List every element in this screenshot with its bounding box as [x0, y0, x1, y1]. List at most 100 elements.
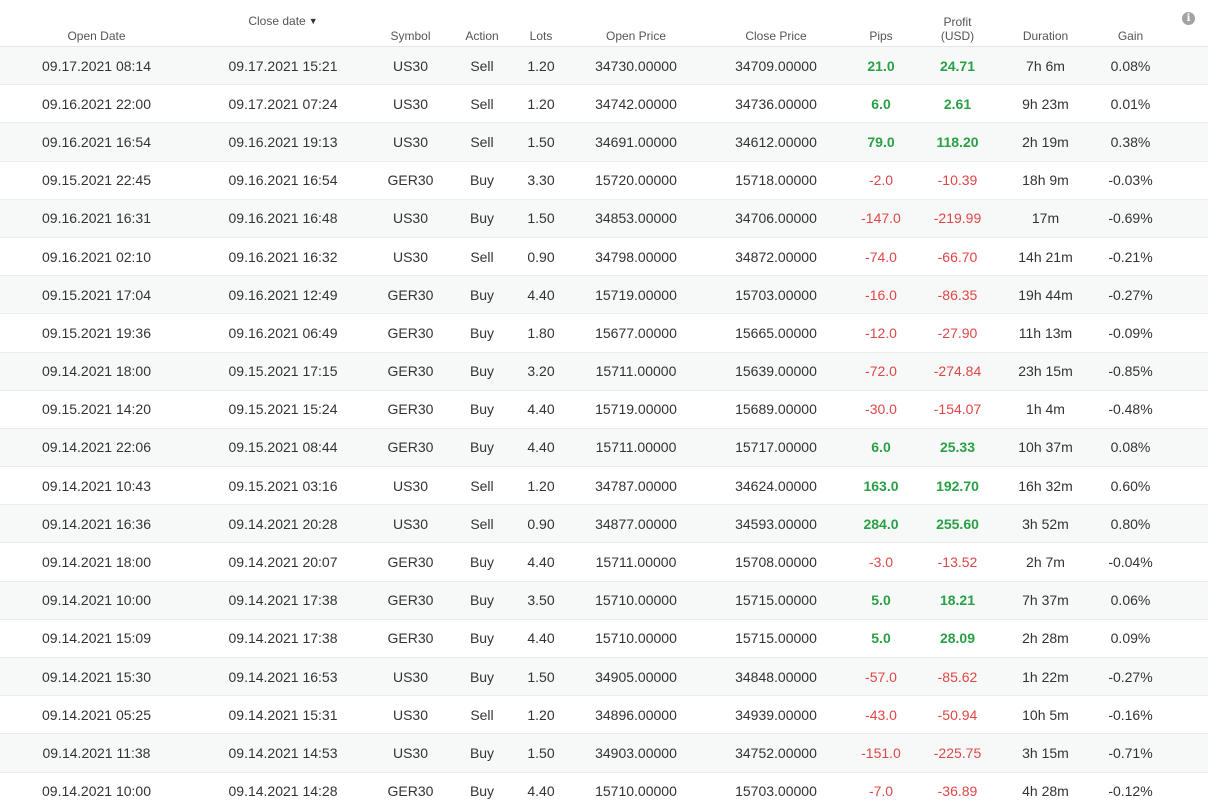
col-header-symbol[interactable]: Symbol	[373, 0, 448, 47]
col-header-lots[interactable]: Lots	[516, 0, 566, 47]
table-row[interactable]: 09.14.2021 22:06 09.15.2021 08:44 GER30 Buy…	[0, 428, 1208, 468]
cell-close-price: 15708.00000	[706, 542, 846, 582]
cell-symbol: US30	[373, 657, 448, 697]
cell-action: Sell	[448, 84, 516, 124]
table-row[interactable]: 09.14.2021 18:00 09.14.2021 20:07 GER30 Buy…	[0, 542, 1208, 582]
cell-gain: 0.38%	[1092, 122, 1169, 162]
col-header-pips[interactable]: Pips	[846, 0, 916, 47]
col-header-action[interactable]: Action	[448, 0, 516, 47]
table-row[interactable]: 09.16.2021 22:00 09.17.2021 07:24 US30 Sell…	[0, 84, 1208, 124]
cell-action: Sell	[448, 236, 516, 277]
table-row[interactable]: 09.14.2021 10:43 09.15.2021 03:16 US30 Sell…	[0, 466, 1208, 506]
cell-profit: -27.90	[916, 313, 999, 353]
cell-pips: -12.0	[846, 313, 916, 353]
table-row[interactable]: 09.16.2021 02:10 09.16.2021 16:32 US30 Sell…	[0, 236, 1208, 277]
cell-action: Sell	[448, 504, 516, 544]
table-row[interactable]: 09.16.2021 16:54 09.16.2021 19:13 US30 Sell…	[0, 122, 1208, 162]
col-header-open-price[interactable]: Open Price	[566, 0, 706, 47]
cell-symbol: US30	[373, 46, 448, 86]
cell-spacer	[1169, 389, 1208, 429]
cell-gain: -0.21%	[1092, 236, 1169, 277]
cell-open-date: 09.15.2021 19:36	[0, 313, 193, 353]
cell-lots: 3.50	[516, 581, 566, 620]
cell-close-date: 09.15.2021 15:24	[193, 389, 373, 429]
cell-close-date: 09.16.2021 06:49	[193, 313, 373, 353]
cell-lots: 1.80	[516, 313, 566, 353]
cell-open-price: 15710.00000	[566, 581, 706, 620]
table-row[interactable]: 09.17.2021 08:14 09.17.2021 15:21 US30 Sell…	[0, 46, 1208, 86]
cell-action: Buy	[448, 389, 516, 429]
cell-close-date: 09.14.2021 17:38	[193, 581, 373, 620]
cell-gain: -0.16%	[1092, 695, 1169, 735]
cell-close-price: 15665.00000	[706, 313, 846, 353]
table-row[interactable]: 09.15.2021 14:20 09.15.2021 15:24 GER30 Buy…	[0, 389, 1208, 429]
cell-open-date: 09.14.2021 10:00	[0, 581, 193, 620]
table-row[interactable]: 09.16.2021 16:31 09.16.2021 16:48 US30 Buy 1…	[0, 199, 1208, 238]
col-header-duration[interactable]: Duration	[999, 0, 1092, 47]
cell-open-date: 09.16.2021 22:00	[0, 84, 193, 124]
table-row[interactable]: 09.15.2021 17:04 09.16.2021 12:49 GER30 Buy…	[0, 275, 1208, 315]
cell-pips: 5.0	[846, 619, 916, 659]
cell-open-date: 09.15.2021 14:20	[0, 389, 193, 429]
table-row[interactable]: 09.14.2021 10:00 09.14.2021 17:38 GER30 Buy…	[0, 581, 1208, 620]
cell-open-date: 09.14.2021 16:36	[0, 504, 193, 544]
col-header-profit[interactable]: Profit (USD)	[916, 0, 999, 47]
cell-pips: -74.0	[846, 236, 916, 277]
cell-lots: 1.50	[516, 122, 566, 162]
cell-symbol: US30	[373, 199, 448, 238]
cell-profit: 118.20	[916, 122, 999, 162]
cell-open-price: 15711.00000	[566, 428, 706, 468]
cell-profit: 192.70	[916, 466, 999, 506]
cell-lots: 4.40	[516, 619, 566, 659]
cell-duration: 19h 44m	[999, 275, 1092, 315]
cell-spacer	[1169, 657, 1208, 697]
cell-duration: 16h 32m	[999, 466, 1092, 506]
table-row[interactable]: 09.14.2021 15:09 09.14.2021 17:38 GER30 Buy…	[0, 619, 1208, 659]
col-header-open-date[interactable]: Open Date	[0, 0, 193, 47]
cell-close-price: 34709.00000	[706, 46, 846, 86]
col-header-gain[interactable]: Gain	[1092, 0, 1169, 47]
cell-symbol: US30	[373, 122, 448, 162]
profit-unit-label: (USD)	[940, 29, 975, 43]
sort-desc-icon: ▼	[308, 16, 318, 26]
cell-profit: 18.21	[916, 581, 999, 620]
cell-duration: 17m	[999, 199, 1092, 238]
cell-gain: 0.09%	[1092, 619, 1169, 659]
cell-close-price: 15703.00000	[706, 275, 846, 315]
cell-spacer	[1169, 313, 1208, 353]
table-row[interactable]: 09.15.2021 22:45 09.16.2021 16:54 GER30 Buy…	[0, 161, 1208, 200]
cell-symbol: GER30	[373, 352, 448, 391]
cell-open-price: 15719.00000	[566, 275, 706, 315]
table-row[interactable]: 09.14.2021 15:30 09.14.2021 16:53 US30 Buy 1…	[0, 657, 1208, 697]
info-icon[interactable]: i	[1182, 11, 1195, 25]
table-row[interactable]: 09.14.2021 05:25 09.14.2021 15:31 US30 Sell…	[0, 695, 1208, 735]
cell-spacer	[1169, 236, 1208, 277]
cell-spacer	[1169, 733, 1208, 773]
cell-profit: -13.52	[916, 542, 999, 582]
cell-profit: -154.07	[916, 389, 999, 429]
table-row[interactable]: 09.14.2021 11:38 09.14.2021 14:53 US30 Buy 1…	[0, 733, 1208, 773]
cell-action: Buy	[448, 161, 516, 200]
table-row[interactable]: 09.14.2021 10:00 09.14.2021 14:28 GER30 Buy…	[0, 772, 1208, 804]
cell-duration: 23h 15m	[999, 352, 1092, 391]
cell-pips: 163.0	[846, 466, 916, 506]
cell-close-date: 09.16.2021 16:54	[193, 161, 373, 200]
cell-spacer	[1169, 275, 1208, 315]
cell-open-price: 15710.00000	[566, 772, 706, 804]
cell-action: Buy	[448, 428, 516, 468]
col-header-close-price[interactable]: Close Price	[706, 0, 846, 47]
table-row[interactable]: 09.14.2021 18:00 09.15.2021 17:15 GER30 Buy…	[0, 352, 1208, 391]
col-header-close-date[interactable]: Close date ▼	[193, 0, 373, 47]
cell-open-price: 34903.00000	[566, 733, 706, 773]
table-row[interactable]: 09.14.2021 16:36 09.14.2021 20:28 US30 Sell…	[0, 504, 1208, 544]
cell-close-date: 09.15.2021 17:15	[193, 352, 373, 391]
cell-lots: 3.20	[516, 352, 566, 391]
cell-duration: 3h 15m	[999, 733, 1092, 773]
cell-close-date: 09.14.2021 16:53	[193, 657, 373, 697]
cell-lots: 1.20	[516, 695, 566, 735]
cell-action: Sell	[448, 466, 516, 506]
cell-gain: -0.12%	[1092, 772, 1169, 804]
table-row[interactable]: 09.15.2021 19:36 09.16.2021 06:49 GER30 Buy…	[0, 313, 1208, 353]
cell-close-price: 34706.00000	[706, 199, 846, 238]
cell-open-price: 15711.00000	[566, 352, 706, 391]
